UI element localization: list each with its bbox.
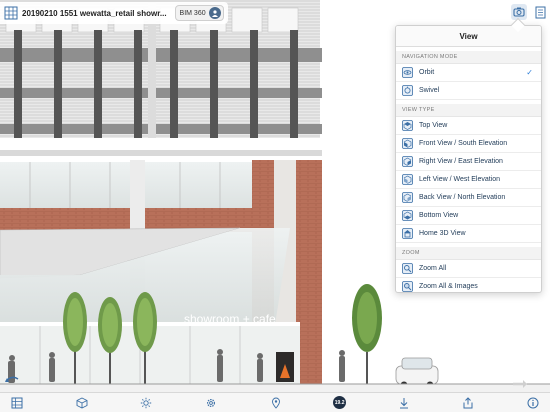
view-type-top[interactable]: Top View bbox=[396, 117, 541, 135]
selected-check-icon: ✓ bbox=[526, 68, 533, 77]
share-icon[interactable] bbox=[461, 396, 475, 410]
sun-settings-icon[interactable] bbox=[139, 396, 153, 410]
gear-icon[interactable] bbox=[204, 396, 218, 410]
section-zoom: ZOOM bbox=[396, 247, 541, 260]
zoom-all-icon bbox=[402, 263, 413, 274]
grid-sheet-icon[interactable] bbox=[4, 6, 18, 20]
view-panel: View NAVIGATION MODE Orbit ✓ Swivel VIEW… bbox=[395, 25, 542, 293]
next-view-arrow-icon[interactable] bbox=[512, 376, 528, 388]
view-type-label: Right View / East Elevation bbox=[419, 158, 503, 165]
swivel-icon bbox=[402, 85, 413, 96]
section-view-type: VIEW TYPE bbox=[396, 104, 541, 117]
right-view-cube-icon bbox=[402, 156, 413, 167]
hub-label: BIM 360 bbox=[179, 9, 206, 17]
nav-item-label: Swivel bbox=[419, 87, 440, 94]
3d-cube-icon[interactable] bbox=[75, 396, 89, 410]
front-view-cube-icon bbox=[402, 138, 413, 149]
view-type-bottom[interactable]: Bottom View bbox=[396, 207, 541, 225]
section-navigation-mode: NAVIGATION MODE bbox=[396, 51, 541, 64]
view-type-label: Back View / North Elevation bbox=[419, 194, 506, 201]
info-icon[interactable] bbox=[526, 396, 540, 410]
sheets-icon[interactable] bbox=[532, 4, 548, 20]
view-type-label: Front View / South Elevation bbox=[419, 140, 508, 147]
view-type-back[interactable]: Back View / North Elevation bbox=[396, 189, 541, 207]
rotate-left-icon[interactable] bbox=[4, 372, 20, 384]
version-badge-icon[interactable]: 19.2 bbox=[333, 396, 347, 409]
top-view-cube-icon bbox=[402, 120, 413, 131]
sheets-list-icon[interactable] bbox=[10, 396, 24, 410]
orbit-icon bbox=[402, 67, 413, 78]
zoom-all[interactable]: Zoom All bbox=[396, 260, 541, 278]
document-title-bar: 20190210 1551 wewatta_retail showr... BI… bbox=[0, 2, 228, 24]
view-type-right[interactable]: Right View / East Elevation bbox=[396, 153, 541, 171]
nav-item-label: Orbit bbox=[419, 69, 435, 76]
location-pin-icon[interactable] bbox=[269, 396, 283, 410]
view-type-label: Left View / West Elevation bbox=[419, 176, 501, 183]
bottom-toolbar: 19.2 bbox=[0, 392, 550, 412]
nav-item-orbit[interactable]: Orbit ✓ bbox=[396, 64, 541, 82]
back-view-cube-icon bbox=[402, 192, 413, 203]
view-type-front[interactable]: Front View / South Elevation bbox=[396, 135, 541, 153]
home-3d-view-icon bbox=[402, 228, 413, 239]
nav-item-swivel[interactable]: Swivel bbox=[396, 82, 541, 100]
camera-view-icon[interactable] bbox=[511, 4, 527, 20]
view-type-home-3d[interactable]: Home 3D View bbox=[396, 225, 541, 243]
left-view-cube-icon bbox=[402, 174, 413, 185]
view-type-label: Home 3D View bbox=[419, 230, 466, 237]
document-title[interactable]: 20190210 1551 wewatta_retail showr... bbox=[22, 9, 167, 18]
view-type-left[interactable]: Left View / West Elevation bbox=[396, 171, 541, 189]
download-icon[interactable] bbox=[397, 396, 411, 410]
zoom-label: Zoom All bbox=[419, 265, 447, 272]
zoom-all-images-icon bbox=[402, 281, 413, 292]
zoom-label: Zoom All & Images bbox=[419, 283, 478, 290]
view-type-label: Bottom View bbox=[419, 212, 459, 219]
view-type-label: Top View bbox=[419, 122, 448, 129]
bottom-view-cube-icon bbox=[402, 210, 413, 221]
zoom-all-images[interactable]: Zoom All & Images bbox=[396, 278, 541, 292]
hub-selector[interactable]: BIM 360 bbox=[174, 5, 224, 21]
user-avatar-icon[interactable] bbox=[208, 7, 221, 19]
storefront-sign: showroom + cafe bbox=[184, 312, 276, 326]
